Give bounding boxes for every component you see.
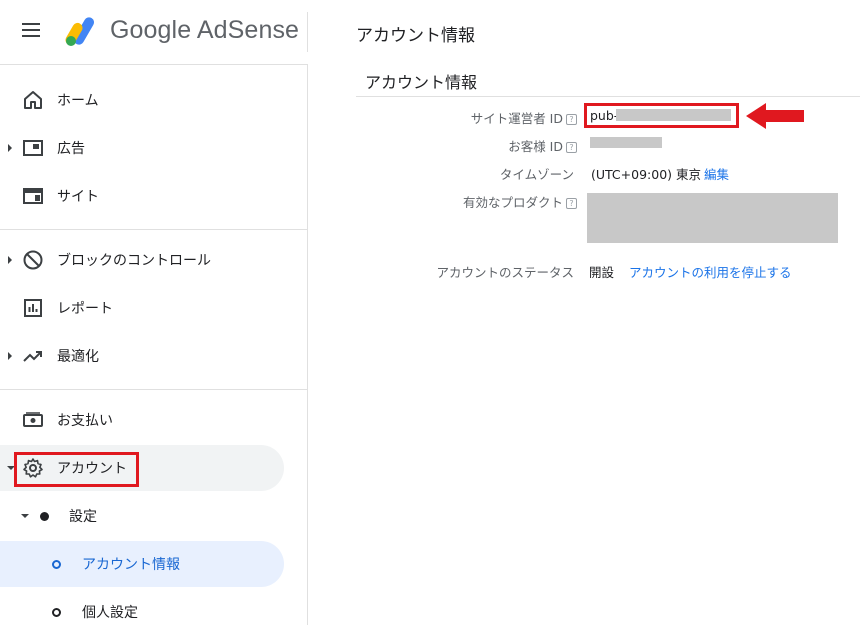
bullet-outline-icon [52,608,61,617]
report-icon [24,299,42,317]
bullet-filled-icon [40,512,49,521]
customer-id-redacted [590,137,662,148]
sidebar-item-label: サイト [57,189,99,205]
customer-id-label: お客様 ID? [508,136,577,155]
header-divider [307,12,308,52]
payment-icon [23,412,43,427]
sidebar-item-personal-settings[interactable]: 個人設定 [0,589,284,625]
app-header: Google AdSense アカウント情報 [0,0,860,64]
home-icon [24,91,42,109]
sidebar-item-label: お支払い [57,413,113,429]
sidebar-item-sites[interactable]: サイト [0,173,284,219]
sidebar-item-payments[interactable]: お支払い [0,397,284,443]
adsense-logo-icon [65,17,94,46]
sidebar-item-label: 設定 [69,509,97,525]
sidebar-item-label: ホーム [57,93,99,109]
section-title: アカウント情報 [365,73,478,92]
help-icon[interactable]: ? [566,198,577,209]
sidebar-item-account-info[interactable]: アカウント情報 [0,541,284,587]
sidebar-divider [0,229,308,230]
app-logo-text: Google AdSense [110,16,300,44]
sidebar-item-label: アカウント情報 [82,557,180,573]
page-header-title: アカウント情報 [356,26,475,46]
sidebar-item-blocking[interactable]: ブロックのコントロール [0,237,284,283]
status-value: 開設 [589,265,615,280]
sidebar-item-label: ブロックのコントロール [57,253,211,269]
sidebar-item-reports[interactable]: レポート [0,285,284,331]
bullet-outline-icon [52,560,61,569]
sidebar-item-ads[interactable]: 広告 [0,125,284,171]
timezone-edit-link[interactable]: 編集 [704,164,729,183]
menu-icon[interactable] [22,23,42,41]
status-label: アカウントのステータス [436,265,574,280]
section-divider [356,96,860,97]
products-label-text: 有効なプロダクト [462,195,563,210]
caret-right-icon [8,352,12,360]
close-account-link[interactable]: アカウントの利用を停止する [629,262,792,281]
caret-right-icon [8,256,12,264]
publisher-id-label-text: サイト運営者 ID [470,111,563,126]
products-label: 有効なプロダクト? [463,192,577,211]
sidebar-item-optimization[interactable]: 最適化 [0,333,284,379]
ads-icon [23,140,43,156]
timezone-label: タイムゾーン [499,167,574,182]
publisher-id-highlight-box [584,103,739,128]
timezone-value: (UTC+09:00) 東京 [591,167,702,182]
help-icon[interactable]: ? [566,114,577,125]
sidebar-divider [0,389,308,390]
sites-icon [23,188,43,204]
sidebar-item-label: 個人設定 [82,605,138,621]
account-highlight-box [14,452,139,487]
block-icon [23,250,43,270]
caret-down-icon [21,514,29,518]
caret-right-icon [8,144,12,152]
sidebar: ホーム 広告 サイト ブロックのコントロール レポート 最適化 お支払い アカウ… [0,64,308,625]
trending-icon [23,351,42,362]
sidebar-subgroup-settings[interactable]: 設定 [0,493,284,539]
sidebar-item-label: 最適化 [57,349,99,365]
products-redacted [587,193,838,243]
help-icon[interactable]: ? [566,142,577,153]
customer-id-label-text: お客様 ID [508,139,563,154]
sidebar-item-home[interactable]: ホーム [0,77,284,123]
arrow-left-icon [746,103,804,129]
sidebar-item-label: レポート [57,301,113,317]
sidebar-item-label: 広告 [57,141,85,157]
publisher-id-label: サイト運営者 ID? [471,108,577,127]
